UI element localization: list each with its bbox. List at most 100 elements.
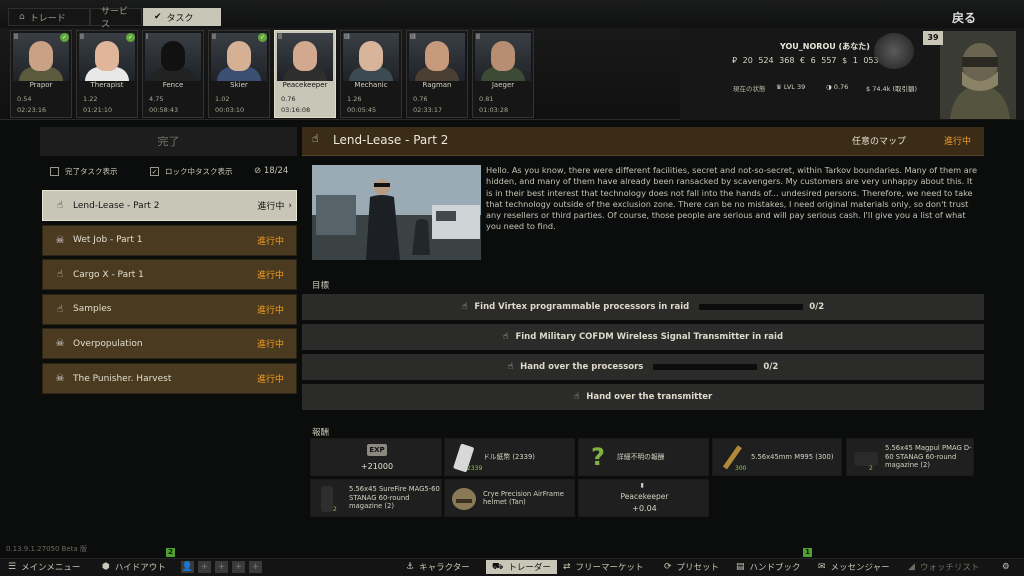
quest-list-item[interactable]: ☝ Samples 進行中 — [42, 293, 297, 325]
question-icon: ? — [591, 443, 605, 471]
flea-market-label: フリーマーケット — [575, 563, 644, 573]
reward-cell[interactable]: ▮ Peacekeeper +0.04 — [578, 479, 709, 517]
objective-row[interactable]: ☝ Find Virtex programmable processors in … — [302, 294, 984, 320]
show-locked-checkbox[interactable]: ✓ ロック中タスク表示 — [150, 166, 233, 177]
quest-status: 進行中 — [256, 271, 284, 282]
reward-cell[interactable]: ? 詳細不明の報酬 — [578, 438, 709, 476]
hideout-button[interactable]: ⬢ ハイドアウト — [102, 560, 166, 574]
trader-timer: 02:33:17 — [413, 106, 443, 114]
flea-market-button[interactable]: ⇄ フリーマーケット — [563, 560, 644, 574]
reward-cell[interactable]: 5.56x45 Magpul PMAG D-60 STANAG 60-round… — [846, 438, 974, 476]
show-completed-label: 完了タスク表示 — [65, 167, 118, 176]
trader-card[interactable]: ll ✓ Skier 1.02 00:03:10 — [208, 30, 270, 118]
tab-services[interactable]: サービス — [90, 7, 142, 30]
show-completed-checkbox[interactable]: 完了タスク表示 — [50, 166, 118, 177]
back-button[interactable]: 戻る — [952, 9, 976, 26]
trader-level: ll — [212, 33, 216, 41]
trader-card[interactable]: ll Jaeger 0.81 01:03:28 — [472, 30, 534, 118]
trader-card[interactable]: lll Ragman 0.76 02:33:17 — [406, 30, 468, 118]
group-slot-add[interactable]: + — [232, 561, 245, 573]
trader-name: Mechanic — [354, 81, 388, 89]
trader-standing: 0.81 — [479, 95, 494, 103]
completed-header[interactable]: 完了 — [40, 127, 297, 156]
tab-tasks[interactable]: ✔ タスク — [143, 8, 221, 26]
main-menu-label: メインメニュー — [21, 563, 81, 573]
presets-icon: ⟳ — [664, 562, 672, 572]
reward-count: 2 — [333, 506, 337, 513]
standing-value: +0.04 — [632, 504, 657, 513]
handbook-label: ハンドブック — [749, 563, 801, 573]
trader-standing: 0.76 — [281, 95, 296, 103]
quest-image — [312, 165, 481, 260]
quest-status: 進行中 — [256, 340, 284, 351]
quest-title: The Punisher. Harvest — [73, 373, 172, 384]
trader-card[interactable]: ll ✓ Prapor 0.54 02:23:16 — [10, 30, 72, 118]
tab-services-label: サービス — [101, 7, 129, 30]
trader-name: Fence — [162, 81, 184, 89]
checkbox-box[interactable] — [50, 167, 59, 176]
reward-text: 詳細不明の報酬 — [617, 452, 665, 461]
handbook-button[interactable]: ▤ ハンドブック — [736, 560, 801, 574]
trader-level: ll — [14, 33, 18, 41]
settings-gear-icon[interactable]: ⚙ — [1002, 560, 1010, 574]
show-locked-label: ロック中タスク表示 — [165, 167, 233, 176]
group-user-icon[interactable]: 👤 — [181, 561, 194, 573]
reward-cell[interactable]: Crye Precision AirFrame helmet (Tan) — [444, 479, 575, 517]
trader-portrait — [343, 33, 399, 81]
reward-cell[interactable]: ドル紙幣 (2339) 2339 — [444, 438, 575, 476]
trader-card[interactable]: ll ✓ Therapist 1.22 01:21:10 — [76, 30, 138, 118]
objective-row[interactable]: ☝ Find Military COFDM Wireless Signal Tra… — [302, 324, 984, 350]
group-slot-add[interactable]: + — [198, 561, 211, 573]
player-name: YOU_NOROU (あなた) — [780, 42, 870, 51]
trader-card[interactable]: ll Peacekeeper 0.76 03:16:08 — [274, 30, 336, 118]
quest-list-item[interactable]: ☠ Overpopulation 進行中 — [42, 328, 297, 360]
objective-text: Hand over the processors — [520, 362, 644, 372]
trader-card[interactable]: lll Mechanic 1.26 00:05:45 — [340, 30, 402, 118]
tab-trade-label: トレード — [29, 13, 66, 24]
quest-list-item[interactable]: ☠ Wet Job - Part 1 進行中 — [42, 224, 297, 256]
trader-name: Skier — [230, 81, 248, 89]
character-button[interactable]: ⚓ キャラクター — [406, 560, 470, 574]
watchlist-button[interactable]: ◢ ウォッチリスト — [908, 560, 979, 574]
trader-card[interactable]: l Fence 4.75 00:58:43 — [142, 30, 204, 118]
group-slot-add[interactable]: + — [249, 561, 262, 573]
player-level-text: LVL 39 — [783, 83, 806, 91]
quest-list-item[interactable]: ☝ Lend-Lease - Part 2 進行中 › — [42, 190, 297, 221]
messenger-button[interactable]: ✉ メッセンジャー — [818, 560, 890, 574]
objective-text: Hand over the transmitter — [586, 392, 713, 402]
reward-cell[interactable]: 5.56x45mm M995 (300) 300 — [712, 438, 842, 476]
reward-cell[interactable]: EXP +21000 — [310, 438, 442, 476]
trader-timer: 02:23:16 — [17, 106, 47, 114]
watchlist-label: ウォッチリスト — [919, 563, 980, 573]
hand-pointer-icon: ☝ — [502, 332, 509, 342]
objective-row[interactable]: ☝ Hand over the transmitter — [302, 384, 984, 410]
group-slot-add[interactable]: + — [215, 561, 228, 573]
avatar — [940, 31, 1016, 119]
helmet-icon — [449, 483, 479, 513]
trader-portrait — [277, 33, 333, 81]
tab-trade[interactable]: ⌂ トレード — [8, 8, 90, 26]
trader-head — [161, 41, 185, 71]
presets-button[interactable]: ⟳ プリセット — [664, 560, 719, 574]
trader-level: ll — [476, 33, 480, 41]
trader-portrait — [475, 33, 531, 81]
objective-row[interactable]: ☝ Hand over the processors 0/2 — [302, 354, 984, 380]
skull-icon: ☠ — [55, 338, 65, 350]
reward-text: 5.56x45 SureFire MAG5-60 STANAG 60-round… — [349, 485, 440, 511]
reward-text: Crye Precision AirFrame helmet (Tan) — [483, 489, 564, 507]
character-label: キャラクター — [419, 563, 470, 573]
reward-cell[interactable]: 5.56x45 SureFire MAG5-60 STANAG 60-round… — [310, 479, 442, 517]
trader-standing: 0.76 — [413, 95, 428, 103]
quest-title: Overpopulation — [73, 338, 143, 349]
main-menu-button[interactable]: ☰ メインメニュー — [8, 560, 80, 574]
shopping-basket-icon: ⌂ — [19, 12, 25, 22]
quest-title: Lend-Lease - Part 2 — [73, 200, 160, 211]
quest-status: 進行中 — [256, 375, 284, 385]
traders-button[interactable]: ⛟ トレーダー — [486, 560, 557, 574]
quest-list-item[interactable]: ☠ The Punisher. Harvest 進行中 — [42, 363, 297, 394]
trader-name: Prapor — [29, 81, 53, 89]
hand-pointer-icon: ☝ — [56, 303, 64, 315]
quest-list-item[interactable]: ☝ Cargo X - Part 1 進行中 — [42, 259, 297, 291]
check-icon: ✓ — [126, 33, 135, 42]
checkbox-box-checked[interactable]: ✓ — [150, 167, 159, 176]
